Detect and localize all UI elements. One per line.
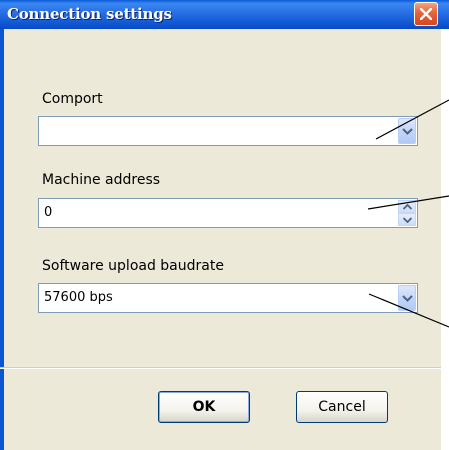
annotation-line-comport <box>375 99 449 140</box>
annotation-lines <box>367 99 449 328</box>
annotation-line-machine-address <box>367 195 449 210</box>
annotation-line-baudrate <box>368 293 449 328</box>
connection-settings-window: Connection settings Comport Machine addr… <box>0 0 449 450</box>
